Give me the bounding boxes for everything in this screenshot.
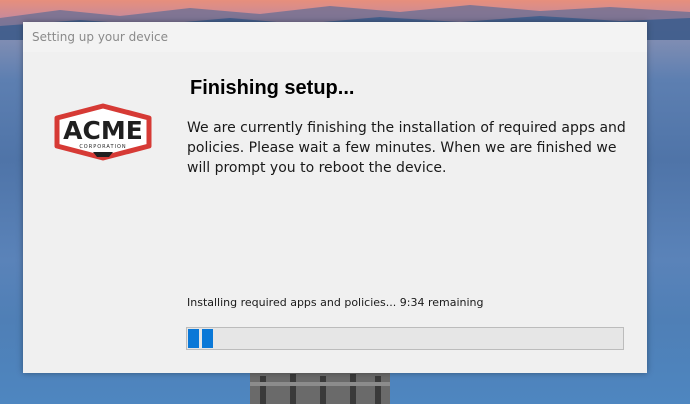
setup-window: Setting up your device ACME CORPORATION … xyxy=(23,22,647,373)
progress-bar xyxy=(186,327,624,350)
acme-logo-subtext: CORPORATION xyxy=(79,144,126,150)
acme-logo: ACME CORPORATION xyxy=(54,103,152,161)
status-text: Installing required apps and policies...… xyxy=(187,296,484,309)
window-title: Setting up your device xyxy=(23,22,647,52)
setup-message: We are currently finishing the installat… xyxy=(187,120,626,176)
page-title: Finishing setup... xyxy=(190,77,355,99)
acme-logo-text: ACME xyxy=(63,116,143,145)
progress-fill xyxy=(188,329,214,348)
wallpaper-pier xyxy=(250,372,390,404)
